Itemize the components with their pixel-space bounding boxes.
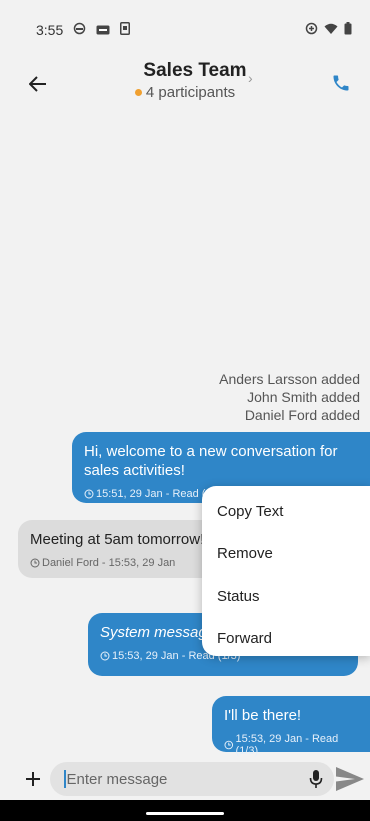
message-text: Meeting at 5am tomorrow!	[30, 531, 205, 548]
call-button[interactable]	[326, 68, 356, 98]
message-input-placeholder: Enter message	[66, 770, 168, 788]
clock-icon	[84, 489, 94, 499]
message-text: I'll be there!	[224, 707, 302, 724]
data-saver-icon	[305, 22, 318, 38]
system-message: John Smith added	[247, 389, 360, 405]
participants-count: 4 participants	[145, 84, 236, 101]
new-badge-icon	[96, 22, 110, 38]
wifi-icon	[324, 22, 338, 38]
message-input[interactable]: Enter message	[50, 762, 334, 796]
status-right	[305, 22, 352, 38]
conversation-title-group[interactable]: Sales Team 4 participants	[0, 60, 370, 101]
composer-bar: Enter message	[0, 758, 370, 800]
clock-icon	[224, 740, 234, 750]
participants-subtitle: 4 participants	[0, 84, 370, 101]
phone-icon	[333, 75, 349, 91]
battery-icon	[344, 22, 352, 38]
voice-button[interactable]	[306, 768, 326, 790]
clock-icon	[100, 651, 110, 661]
menu-item-status[interactable]: Status	[202, 575, 370, 618]
notification-icon	[73, 22, 86, 38]
sim-icon	[120, 22, 131, 38]
status-left: 3:55	[36, 22, 131, 38]
menu-item-forward[interactable]: Forward	[202, 618, 370, 661]
message-bubble-incoming[interactable]: Meeting at 5am tomorrow! Daniel Ford - 1…	[18, 520, 218, 578]
home-handle[interactable]	[146, 812, 224, 815]
attach-button[interactable]	[20, 766, 46, 792]
plus-icon	[26, 772, 40, 786]
status-bar: 3:55	[0, 0, 370, 60]
send-button[interactable]	[334, 764, 366, 794]
message-context-menu: Copy Text Remove Status Forward	[202, 486, 370, 656]
message-status: 15:53, 29 Jan - Read (1/3)	[235, 733, 339, 757]
system-message: Anders Larsson added	[219, 371, 360, 387]
status-time: 3:55	[36, 22, 64, 38]
clock-icon	[30, 558, 40, 568]
text-caret	[64, 770, 66, 788]
chat-header: Sales Team 4 participants ›	[0, 60, 370, 108]
mic-icon	[309, 770, 323, 788]
menu-item-remove[interactable]: Remove	[202, 533, 370, 576]
message-meta: 15:53, 29 Jan - Read (1/3)	[224, 733, 358, 757]
message-text: Hi, welcome to a new conversation for sa…	[84, 443, 338, 479]
system-message: Daniel Ford added	[244, 407, 360, 423]
system-navigation-bar	[0, 800, 370, 821]
message-meta: Daniel Ford - 15:53, 29 Jan	[30, 557, 206, 569]
system-messages: Anders Larsson added John Smith added Da…	[219, 370, 360, 424]
message-status: Daniel Ford - 15:53, 29 Jan	[42, 557, 176, 569]
menu-item-copy-text[interactable]: Copy Text	[202, 490, 370, 533]
message-bubble-outgoing[interactable]: I'll be there! 15:53, 29 Jan - Read (1/3…	[212, 696, 370, 757]
conversation-title: Sales Team	[143, 60, 247, 81]
presence-dot-icon	[134, 89, 142, 96]
send-icon	[336, 767, 364, 791]
chevron-right-icon[interactable]: ›	[248, 70, 253, 86]
